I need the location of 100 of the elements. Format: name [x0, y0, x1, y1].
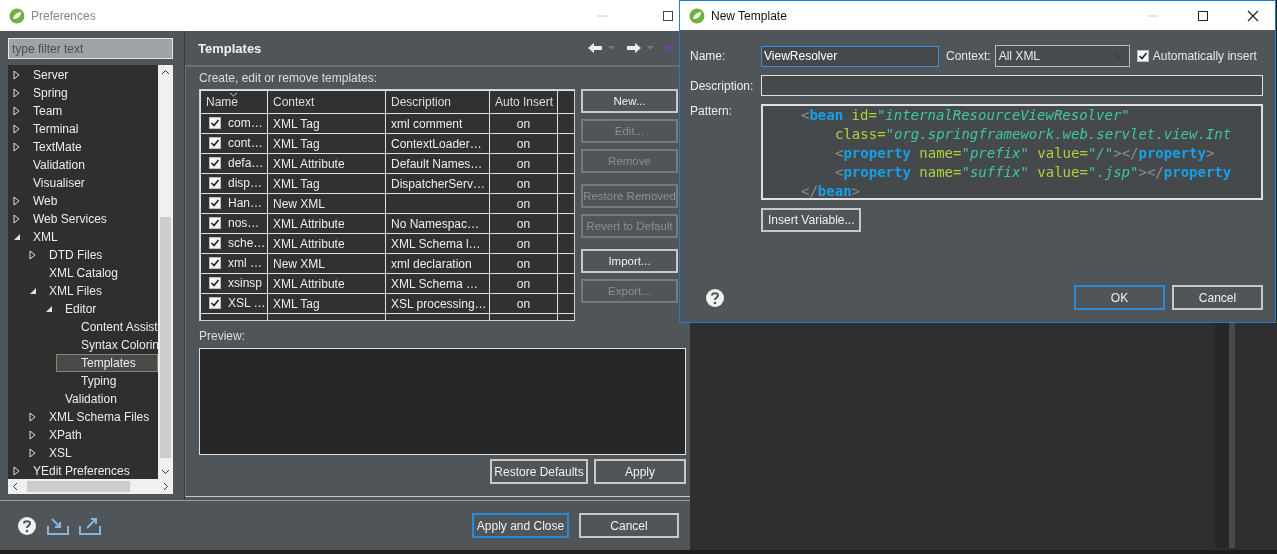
- expanded-arrow-icon[interactable]: [45, 305, 53, 313]
- code-line: class="org.springframework.web.servlet.view.Int: [835, 125, 1232, 144]
- forward-arrow-icon[interactable]: [626, 42, 642, 54]
- tree-item[interactable]: Team: [8, 102, 158, 120]
- checkbox[interactable]: [209, 277, 221, 289]
- code-line: <property name="suffix" value=".jsp"></property: [835, 163, 1232, 182]
- collapsed-arrow-icon[interactable]: [13, 196, 20, 206]
- scroll-down-icon[interactable]: [161, 469, 170, 475]
- filter-field[interactable]: type filter text: [8, 38, 173, 59]
- table-cell: on: [516, 276, 531, 291]
- dialog-button[interactable]: Cancel: [579, 513, 679, 538]
- checkbox[interactable]: [209, 177, 221, 189]
- table-cell: cont…: [228, 136, 263, 150]
- table-cell: on: [516, 216, 531, 231]
- side-button[interactable]: Import...: [581, 249, 678, 273]
- dialog-button[interactable]: OK: [1074, 285, 1165, 310]
- checkbox[interactable]: [209, 257, 221, 269]
- table-cell: DispatcherServ…: [391, 176, 486, 191]
- help-icon[interactable]: [705, 287, 725, 308]
- tree-item[interactable]: DTD Files: [24, 246, 158, 264]
- tree-item[interactable]: XML: [8, 228, 158, 246]
- page-button[interactable]: Apply: [594, 459, 686, 484]
- page-button[interactable]: Restore Defaults: [490, 459, 588, 484]
- tree-item[interactable]: Web: [8, 192, 158, 210]
- horizontal-scrollbar[interactable]: [8, 479, 173, 494]
- tree-item[interactable]: Terminal: [8, 120, 158, 138]
- checkbox[interactable]: [209, 217, 221, 229]
- side-button[interactable]: New...: [581, 89, 678, 113]
- collapsed-arrow-icon[interactable]: [29, 430, 36, 440]
- table-cell: xml comment: [391, 116, 463, 131]
- checkbox[interactable]: [209, 297, 221, 309]
- table-cell: on: [516, 176, 531, 191]
- maximize-icon[interactable]: [662, 9, 674, 22]
- collapsed-arrow-icon[interactable]: [13, 124, 20, 134]
- tree-item[interactable]: Editor: [40, 300, 158, 318]
- tree-item[interactable]: Spring: [8, 84, 158, 102]
- help-icon[interactable]: [17, 515, 37, 536]
- tree-item[interactable]: Web Services: [8, 210, 158, 228]
- table-cell: xsinsp: [228, 276, 262, 290]
- name-field[interactable]: ViewResolver: [761, 45, 939, 67]
- tree-item[interactable]: Content Assist: [56, 318, 158, 336]
- table-cell: Han…: [228, 196, 262, 210]
- checkbox[interactable]: [209, 137, 221, 149]
- dialog-button[interactable]: Cancel: [1172, 285, 1263, 310]
- tree-item[interactable]: XSL: [24, 444, 158, 462]
- table-cell: No Namespac…: [391, 216, 480, 231]
- table-cell: on: [516, 196, 531, 211]
- tree-item[interactable]: Validation: [40, 390, 158, 408]
- collapsed-arrow-icon[interactable]: [13, 106, 20, 116]
- collapsed-arrow-icon[interactable]: [29, 250, 36, 260]
- code-line: </bean>: [801, 182, 860, 198]
- tree-item[interactable]: Validation: [8, 156, 158, 174]
- tree-item[interactable]: XML Catalog: [24, 264, 158, 282]
- collapsed-arrow-icon[interactable]: [13, 142, 20, 152]
- checkbox[interactable]: [209, 237, 221, 249]
- tree-item[interactable]: Typing: [56, 372, 158, 390]
- collapsed-arrow-icon[interactable]: [13, 88, 20, 98]
- checkbox[interactable]: [209, 197, 221, 209]
- table-cell: New XML: [273, 256, 325, 271]
- table-cell: xml declaration: [391, 256, 472, 271]
- expanded-arrow-icon[interactable]: [13, 233, 21, 241]
- maximize-icon[interactable]: [1197, 9, 1209, 22]
- scroll-up-icon[interactable]: [161, 69, 170, 75]
- insert-variable-button[interactable]: Insert Variable...: [761, 208, 862, 232]
- tree-item[interactable]: Templates: [56, 354, 158, 372]
- tree-item[interactable]: XML Schema Files: [24, 408, 158, 426]
- scroll-left-icon[interactable]: [12, 482, 18, 491]
- checkbox[interactable]: [209, 117, 221, 129]
- collapsed-arrow-icon[interactable]: [29, 412, 36, 422]
- tree-item[interactable]: XPath: [24, 426, 158, 444]
- preview-label: Preview:: [199, 329, 246, 343]
- intro-text: Create, edit or remove templates:: [199, 71, 379, 85]
- collapsed-arrow-icon[interactable]: [13, 466, 20, 476]
- collapsed-arrow-icon[interactable]: [29, 448, 36, 458]
- tree-item[interactable]: TextMate: [8, 138, 158, 156]
- checkbox[interactable]: [209, 157, 221, 169]
- description-field[interactable]: [761, 75, 1263, 96]
- table-cell: on: [516, 296, 531, 311]
- tree-item[interactable]: Visualiser: [8, 174, 158, 192]
- checkbox[interactable]: [1136, 50, 1149, 62]
- tree-item[interactable]: Server: [8, 66, 158, 84]
- export-icon[interactable]: [79, 516, 101, 535]
- dialog-button[interactable]: Apply and Close: [472, 513, 569, 538]
- caret-icon: [1113, 53, 1124, 59]
- tree-item[interactable]: Syntax Colorin: [56, 336, 158, 354]
- window-title: New Template: [711, 8, 787, 23]
- scroll-right-icon[interactable]: [163, 482, 169, 491]
- tree-item[interactable]: XML Files: [24, 282, 158, 300]
- collapsed-arrow-icon[interactable]: [13, 214, 20, 224]
- collapsed-arrow-icon[interactable]: [13, 70, 20, 80]
- close-icon[interactable]: [1247, 9, 1259, 22]
- context-dropdown[interactable]: All XML: [994, 45, 1130, 67]
- vertical-scrollbar[interactable]: [158, 65, 173, 479]
- tree-item[interactable]: YEdit Preferences: [8, 462, 158, 479]
- table-cell: on: [516, 256, 531, 271]
- expanded-arrow-icon[interactable]: [29, 287, 37, 295]
- pattern-editor[interactable]: <bean id="internalResourceViewResolver" class="org.springframework.web.servlet.view.Int <property name="prefix" value="/"></property> <property name="suffix" value=".jsp"></property </bean>: [761, 104, 1263, 200]
- import-icon[interactable]: [47, 516, 69, 535]
- table-cell: on: [516, 116, 531, 131]
- back-arrow-icon[interactable]: [587, 42, 603, 54]
